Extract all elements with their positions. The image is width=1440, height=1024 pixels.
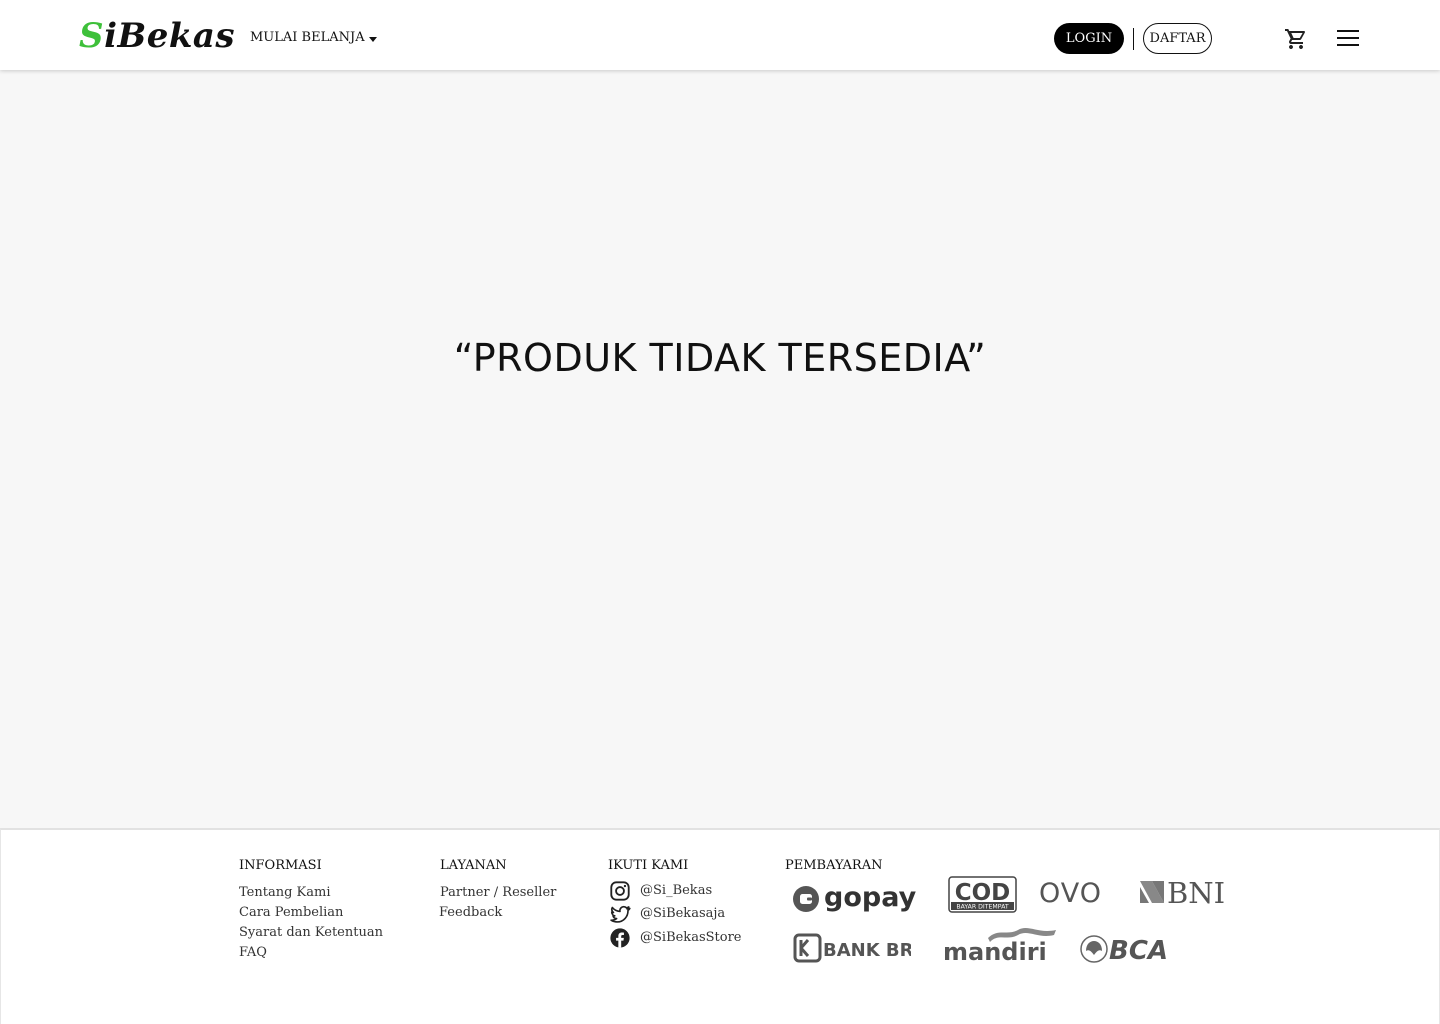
facebook-link[interactable]: @SiBekasStore	[609, 927, 741, 949]
start-shopping-dropdown[interactable]: MULAI BELANJA	[250, 30, 377, 46]
logo-s-letter: S	[79, 16, 105, 56]
svg-text:BAYAR DITEMPAT: BAYAR DITEMPAT	[956, 904, 1008, 911]
register-button[interactable]: DAFTAR	[1143, 23, 1212, 54]
product-unavailable-message: “PRODUK TIDAK TERSEDIA”	[453, 336, 987, 380]
cart-icon[interactable]	[1284, 27, 1308, 51]
hamburger-menu-icon[interactable]	[1336, 26, 1360, 50]
footer-link-feedback[interactable]: Feedback	[439, 905, 502, 921]
caret-down-icon	[368, 36, 377, 42]
facebook-handle: @SiBekasStore	[640, 930, 742, 945]
bca-logo: BCA	[1080, 934, 1170, 966]
top-navbar: SiBekas MULAI BELANJA LOGIN DAFTAR	[0, 0, 1440, 70]
svg-text:BCA: BCA	[1109, 936, 1168, 964]
footer-link-partner-reseller[interactable]: Partner / Reseller	[440, 885, 556, 901]
instagram-handle: @Si_Bekas	[640, 883, 713, 898]
bni-logo: BNI	[1138, 876, 1230, 910]
svg-text:BANK BRI: BANK BRI	[823, 940, 911, 961]
login-button[interactable]: LOGIN	[1054, 23, 1124, 54]
facebook-icon	[610, 928, 630, 948]
cod-logo: COD BAYAR DITEMPAT	[948, 876, 1018, 914]
footer-link-tentang-kami[interactable]: Tentang Kami	[239, 885, 330, 901]
footer-link-cara-pembelian[interactable]: Cara Pembelian	[239, 905, 343, 921]
svg-text:gopay: gopay	[824, 882, 917, 913]
svg-text:mandiri: mandiri	[943, 938, 1047, 964]
ovo-logo: OVO	[1039, 878, 1111, 909]
mandiri-logo: mandiri	[942, 926, 1058, 966]
bank-bri-logo: BANK BRI	[793, 933, 920, 963]
auth-divider	[1133, 28, 1134, 50]
instagram-link[interactable]: @Si_Bekas	[609, 880, 712, 902]
twitter-link[interactable]: @SiBekasaja	[609, 903, 725, 925]
site-footer: INFORMASI Tentang Kami Cara Pembelian Sy…	[0, 828, 1440, 1024]
footer-link-faq[interactable]: FAQ	[239, 945, 267, 961]
svg-text:OVO: OVO	[1039, 880, 1102, 906]
ikuti-kami-heading: IKUTI KAMI	[608, 858, 689, 873]
gopay-logo: gopay	[791, 880, 919, 916]
svg-text:BNI: BNI	[1167, 876, 1225, 908]
instagram-icon	[610, 881, 630, 901]
informasi-heading: INFORMASI	[239, 858, 322, 873]
footer-link-syarat[interactable]: Syarat dan Ketentuan	[239, 925, 383, 941]
site-logo[interactable]: SiBekas	[79, 12, 235, 60]
pembayaran-heading: PEMBAYARAN	[785, 858, 883, 873]
twitter-icon	[610, 905, 631, 923]
start-shopping-label: MULAI BELANJA	[250, 30, 365, 45]
twitter-handle: @SiBekasaja	[640, 906, 726, 921]
logo-text: iBekas	[104, 16, 236, 56]
layanan-heading: LAYANAN	[440, 858, 507, 873]
